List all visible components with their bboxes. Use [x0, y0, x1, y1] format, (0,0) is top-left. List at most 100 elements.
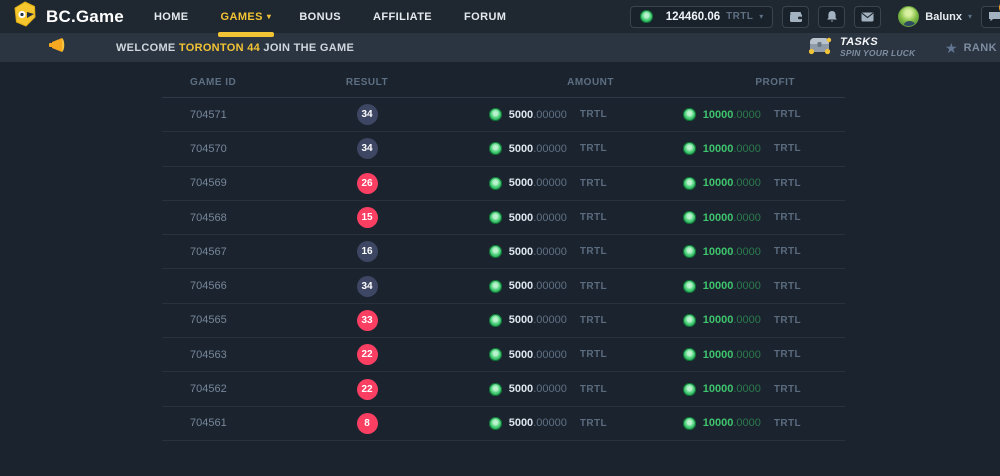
profit-cell: 10000.0000 TRTL: [622, 314, 845, 327]
profit-value: 10000.0000: [703, 383, 761, 395]
amount-integer: 5000: [509, 109, 533, 121]
amount-value: 5000.00000: [509, 109, 567, 121]
table-row[interactable]: 704566 34 5000.00000 TRTL 10000.0000: [162, 269, 845, 303]
amount-cell: 5000.00000 TRTL: [422, 177, 622, 190]
game-id-cell: 704561: [162, 417, 312, 429]
game-id-cell: 704569: [162, 177, 312, 189]
user-menu[interactable]: Balunx ▾: [898, 6, 972, 27]
nav-item-label: HOME: [154, 11, 189, 23]
amount-cell: 5000.00000 TRTL: [422, 348, 622, 361]
game-id-cell: 704567: [162, 246, 312, 258]
welcome-message: WELCOME TORONTON 44 JOIN THE GAME: [116, 42, 354, 54]
table-row[interactable]: 704562 22 5000.00000 TRTL 10000.0000: [162, 372, 845, 406]
profit-value: 10000.0000: [703, 417, 761, 429]
amount-integer: 5000: [509, 143, 533, 155]
caret-down-icon: ▾: [759, 12, 763, 21]
chat-button[interactable]: 10: [981, 6, 1000, 28]
table-row[interactable]: 704568 15 5000.00000 TRTL 10000.0000: [162, 201, 845, 235]
profit-integer: 10000: [703, 383, 734, 395]
amount-currency: TRTL: [580, 246, 607, 257]
balance-dropdown[interactable]: 124460.06 TRTL ▾: [630, 6, 774, 28]
trtl-coin-icon: [683, 314, 696, 327]
profit-decimals: .0000: [733, 177, 761, 189]
profit-integer: 10000: [703, 417, 734, 429]
amount-decimals: .00000: [533, 177, 567, 189]
trtl-coin-icon: [683, 417, 696, 430]
result-cell: 22: [312, 344, 422, 365]
table-row[interactable]: 704571 34 5000.00000 TRTL 10000.0000: [162, 98, 845, 132]
profit-currency: TRTL: [774, 281, 801, 292]
profit-value: 10000.0000: [703, 280, 761, 292]
wallet-button[interactable]: [782, 6, 809, 28]
profit-currency: TRTL: [774, 246, 801, 257]
welcome-prefix: WELCOME: [116, 42, 179, 54]
bets-table: GAME ID RESULT AMOUNT PROFIT 704571 34 5…: [162, 68, 845, 441]
rank-shortcut[interactable]: ★ RANK: [945, 33, 997, 62]
table-row[interactable]: 704561 8 5000.00000 TRTL 10000.0000: [162, 407, 845, 441]
nav-item[interactable]: GAMES ▾: [221, 0, 272, 33]
profit-decimals: .0000: [733, 212, 761, 224]
balance-currency: TRTL: [726, 11, 753, 22]
amount-decimals: .00000: [533, 143, 567, 155]
messages-button[interactable]: [854, 6, 881, 28]
profit-currency: TRTL: [774, 349, 801, 360]
amount-cell: 5000.00000 TRTL: [422, 142, 622, 155]
username: Balunx: [925, 11, 962, 23]
trtl-coin-icon: [489, 142, 502, 155]
table-row[interactable]: 704570 34 5000.00000 TRTL 10000.0000: [162, 132, 845, 166]
trtl-coin-icon: [489, 245, 502, 258]
profit-integer: 10000: [703, 177, 734, 189]
amount-value: 5000.00000: [509, 143, 567, 155]
bcgame-logo-icon: [12, 1, 38, 32]
table-row[interactable]: 704565 33 5000.00000 TRTL 10000.0000: [162, 304, 845, 338]
amount-currency: TRTL: [580, 281, 607, 292]
profit-value: 10000.0000: [703, 177, 761, 189]
profit-decimals: .0000: [733, 417, 761, 429]
table-body: 704571 34 5000.00000 TRTL 10000.0000: [162, 98, 845, 441]
table-row[interactable]: 704569 26 5000.00000 TRTL 10000.0000: [162, 167, 845, 201]
tasks-shortcut[interactable]: TASKS SPIN YOUR LUCK: [806, 33, 915, 62]
profit-currency: TRTL: [774, 315, 801, 326]
main-nav: HOME GAMES ▾ BONUS AFFILIATE: [154, 0, 510, 33]
trtl-coin-icon: [640, 10, 653, 23]
amount-decimals: .00000: [533, 417, 567, 429]
profit-value: 10000.0000: [703, 109, 761, 121]
amount-decimals: .00000: [533, 109, 567, 121]
nav-item[interactable]: FORUM: [464, 0, 510, 33]
game-id-cell: 704566: [162, 280, 312, 292]
profit-currency: TRTL: [774, 212, 801, 223]
trtl-coin-icon: [683, 383, 696, 396]
notifications-button[interactable]: [818, 6, 845, 28]
megaphone-icon: [48, 37, 68, 58]
trtl-coin-icon: [489, 383, 502, 396]
trtl-coin-icon: [683, 177, 696, 190]
amount-currency: TRTL: [580, 178, 607, 189]
wallet-icon: [789, 11, 803, 23]
result-badge: 34: [357, 138, 378, 159]
amount-currency: TRTL: [580, 384, 607, 395]
profit-cell: 10000.0000 TRTL: [622, 142, 845, 155]
profit-integer: 10000: [703, 349, 734, 361]
profit-integer: 10000: [703, 143, 734, 155]
tasks-text: TASKS SPIN YOUR LUCK: [840, 36, 915, 58]
amount-value: 5000.00000: [509, 246, 567, 258]
brand[interactable]: BC.Game: [12, 1, 124, 32]
nav-item[interactable]: AFFILIATE: [373, 0, 436, 33]
bell-icon: [826, 10, 838, 23]
nav-item-label: AFFILIATE: [373, 11, 432, 23]
amount-decimals: .00000: [533, 212, 567, 224]
amount-decimals: .00000: [533, 246, 567, 258]
app-root: BC.Game HOME GAMES ▾ BONUS: [0, 0, 1000, 476]
profit-decimals: .0000: [733, 280, 761, 292]
profit-cell: 10000.0000 TRTL: [622, 383, 845, 396]
profit-currency: TRTL: [774, 143, 801, 154]
result-cell: 34: [312, 138, 422, 159]
profit-cell: 10000.0000 TRTL: [622, 417, 845, 430]
trtl-coin-icon: [489, 177, 502, 190]
nav-item[interactable]: BONUS: [299, 0, 345, 33]
amount-value: 5000.00000: [509, 280, 567, 292]
nav-item[interactable]: HOME: [154, 0, 193, 33]
table-row[interactable]: 704563 22 5000.00000 TRTL 10000.0000: [162, 338, 845, 372]
table-row[interactable]: 704567 16 5000.00000 TRTL 10000.0000: [162, 235, 845, 269]
result-cell: 26: [312, 173, 422, 194]
